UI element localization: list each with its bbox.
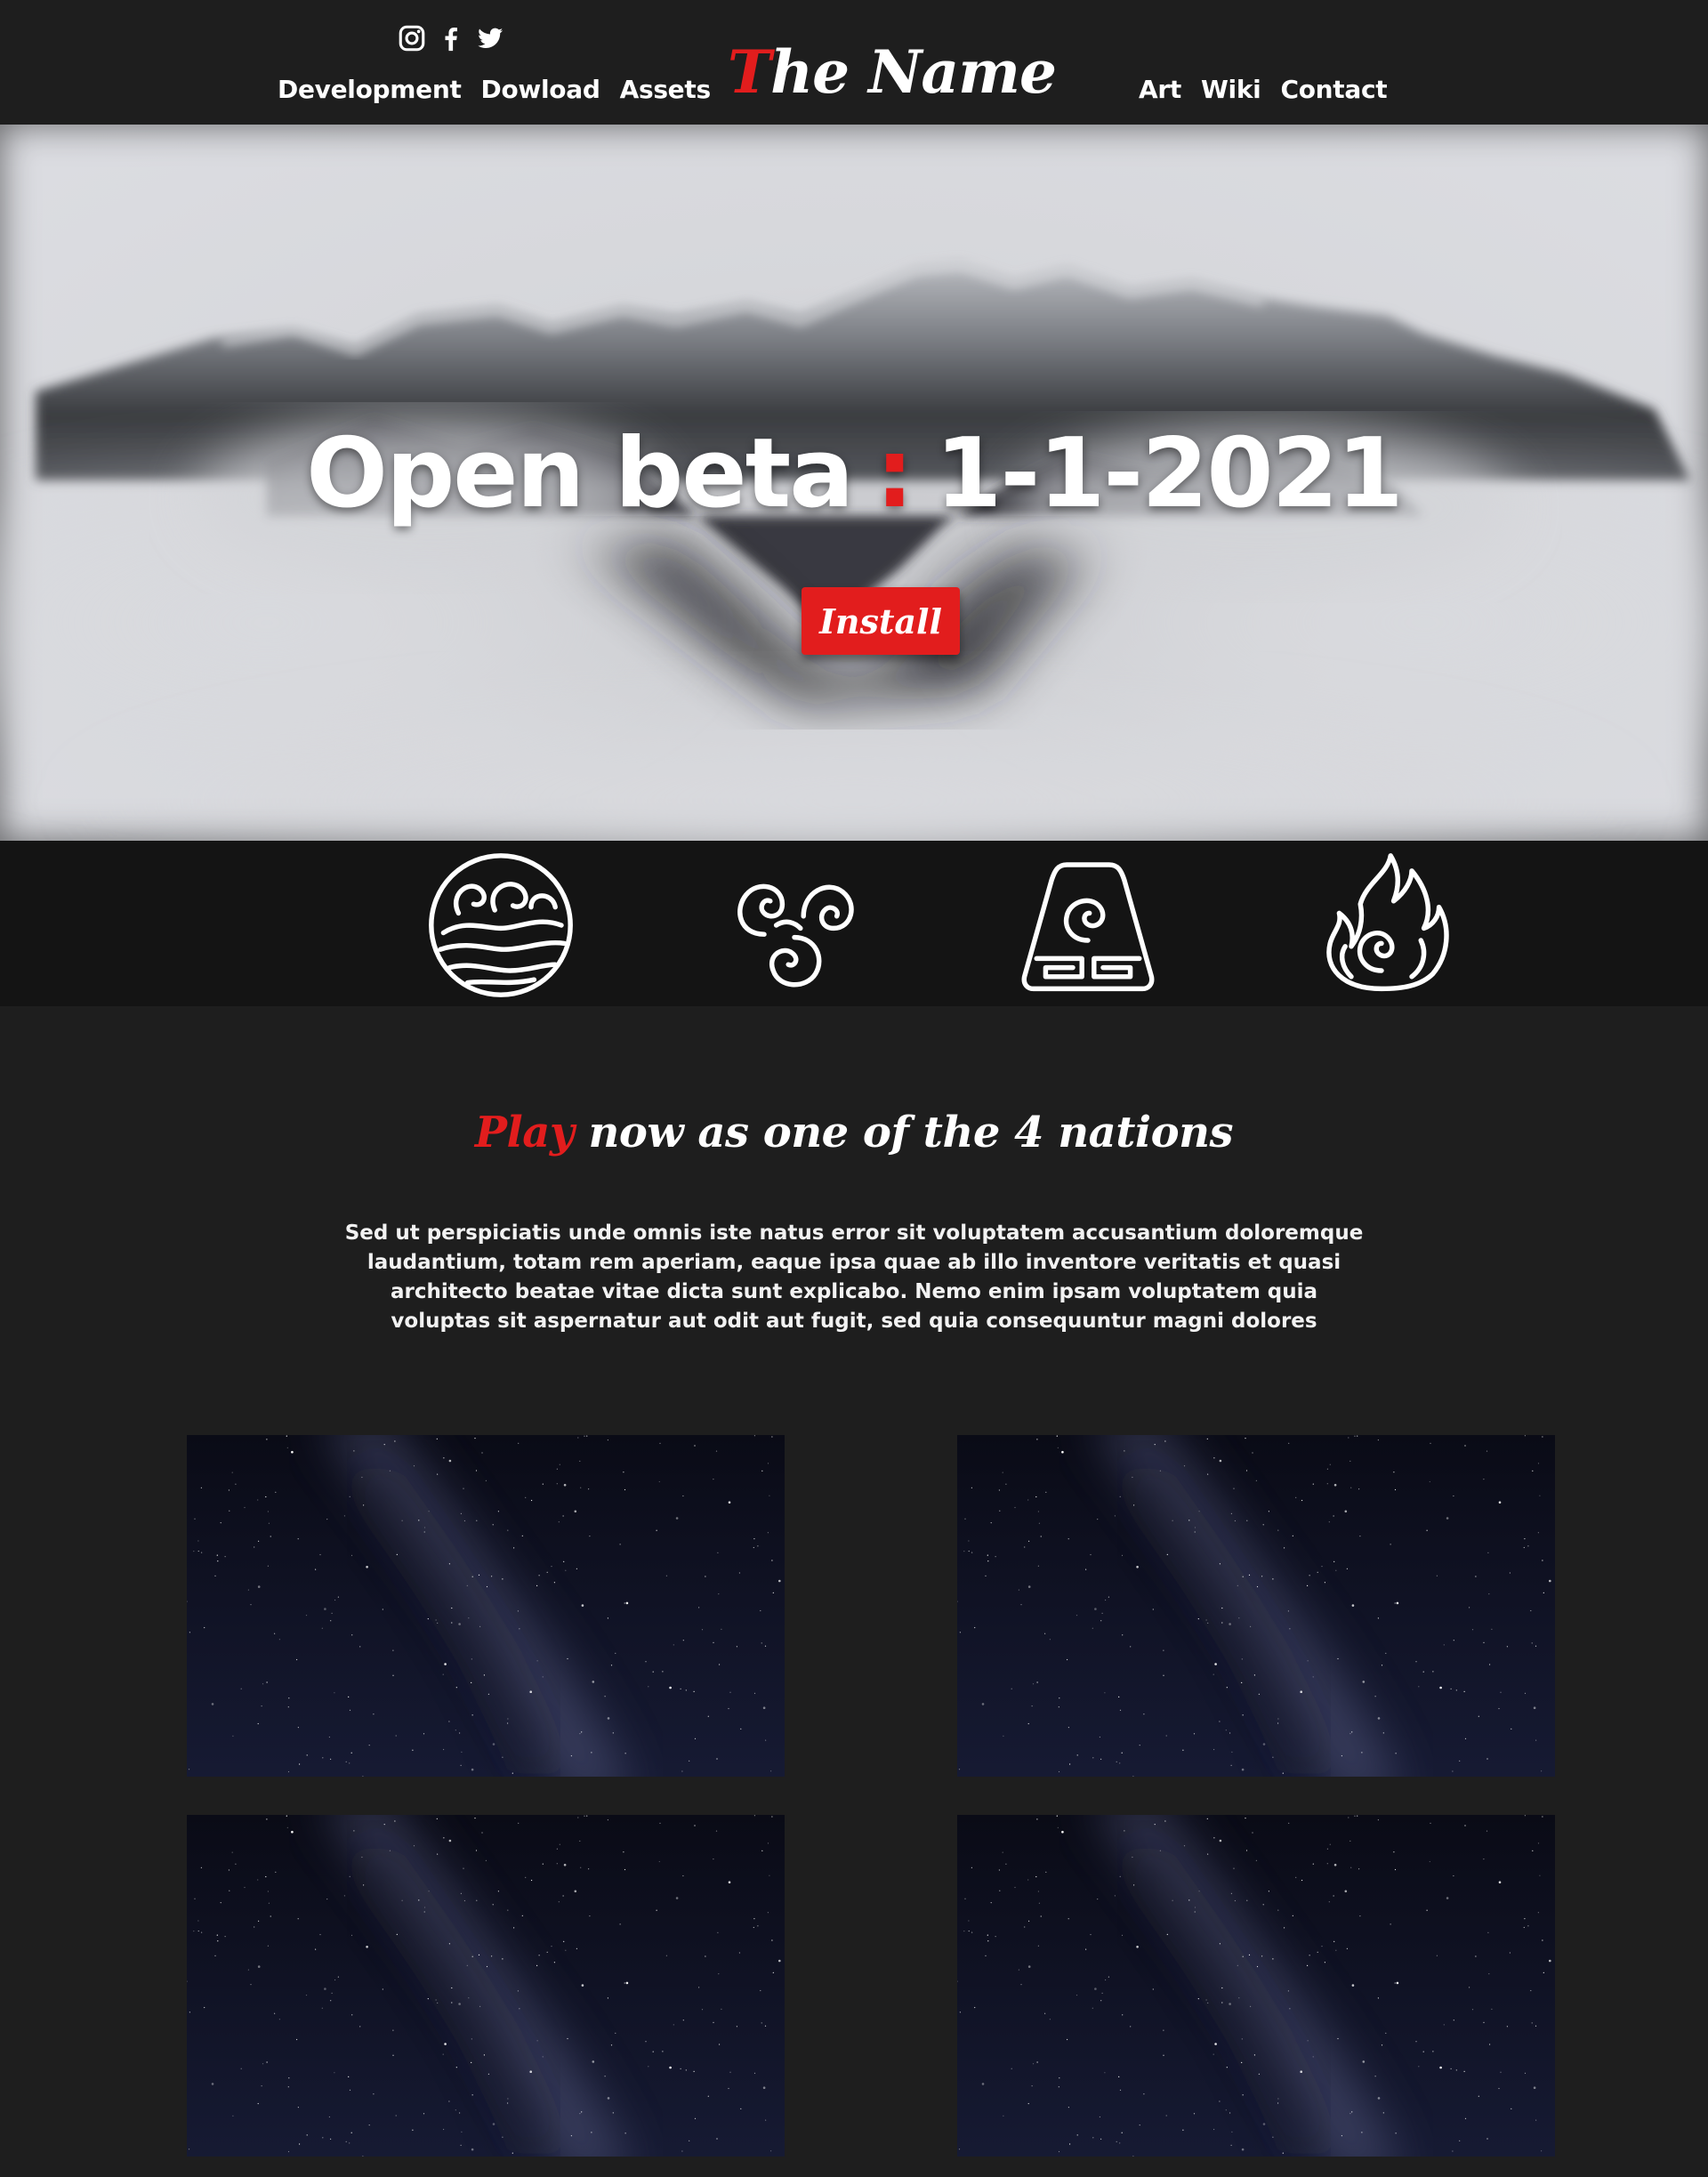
play-description: Sed ut perspiciatis unde omnis iste natu…	[344, 1222, 1364, 1333]
nations-strip	[0, 841, 1708, 1006]
site-header: Development Dowload Assets The Name Art …	[0, 0, 1708, 125]
nav-link-development[interactable]: Development	[278, 75, 462, 104]
gallery-tile-2[interactable]	[957, 1435, 1555, 1777]
facebook-icon[interactable]	[436, 23, 466, 53]
nav-link-assets[interactable]: Assets	[620, 75, 712, 104]
install-button[interactable]: Install	[802, 587, 960, 655]
nav-link-contact[interactable]: Contact	[1280, 75, 1387, 104]
air-nomads-icon[interactable]	[719, 850, 870, 1001]
gallery-tile-1[interactable]	[187, 1435, 785, 1777]
logo-rest: he Name	[770, 37, 1057, 107]
starry-sky-image	[957, 1435, 1555, 1777]
play-heading-accent: Play	[474, 1108, 575, 1157]
nav-right: Art Wiki Contact	[1139, 75, 1388, 104]
logo-first-letter: T	[728, 37, 771, 107]
nav-link-art[interactable]: Art	[1139, 75, 1181, 104]
twitter-icon[interactable]	[475, 23, 505, 53]
starry-sky-image	[957, 1815, 1555, 2157]
hero-title-left: Open beta	[306, 418, 854, 529]
hero-title-separator: :	[875, 418, 914, 529]
nav-left: Development Dowload Assets	[278, 75, 711, 104]
earth-kingdom-icon[interactable]	[1012, 850, 1164, 1001]
instagram-icon[interactable]	[397, 23, 427, 53]
starry-sky-image	[187, 1815, 785, 2157]
gallery-tile-3[interactable]	[187, 1815, 785, 2157]
gallery-tile-4[interactable]	[957, 1815, 1555, 2157]
nav-link-wiki[interactable]: Wiki	[1201, 75, 1261, 104]
water-tribe-icon[interactable]	[425, 850, 576, 1001]
hero-title: Open beta:1-1-2021	[0, 418, 1708, 529]
social-links	[397, 23, 505, 53]
site-logo[interactable]: The Name	[728, 37, 1057, 107]
play-heading-rest: now as one of the 4 nations	[588, 1108, 1234, 1157]
starry-sky-image	[187, 1435, 785, 1777]
fire-nation-icon[interactable]	[1306, 850, 1457, 1001]
nav-link-download[interactable]: Dowload	[481, 75, 600, 104]
hero-banner: Open beta:1-1-2021 Install	[0, 125, 1708, 841]
hero-title-date: 1-1-2021	[935, 418, 1404, 529]
play-heading: Play now as one of the 4 nations	[0, 1108, 1708, 1157]
